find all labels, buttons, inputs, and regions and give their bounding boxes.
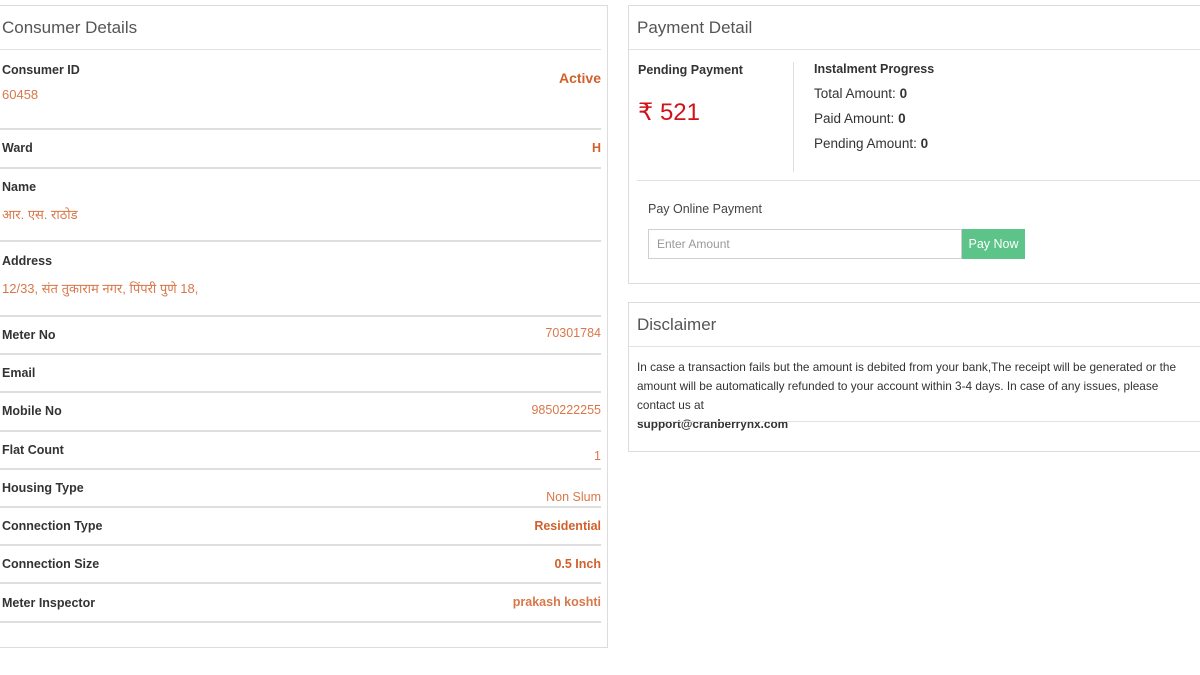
flat-count-label: Flat Count [2, 443, 64, 457]
flat-count-row: Flat Count 1 [0, 432, 601, 470]
mobile-no-value: 9850222255 [531, 403, 601, 417]
mobile-no-label: Mobile No [2, 404, 62, 418]
email-row: Email [0, 355, 601, 393]
pending-amount-value: 0 [920, 136, 929, 151]
address-value: 12/33, संत तुकाराम नगर, पिंपरी पुणे 18, [2, 281, 199, 296]
consumer-details-panel: Consumer Details Consumer ID 60458 Activ… [0, 5, 608, 648]
instalment-progress-label: Instalment Progress [814, 62, 935, 76]
paid-amount-label: Paid Amount: [814, 111, 895, 126]
paid-amount-line: Paid Amount: 0 [814, 111, 934, 126]
disclaimer-text: In case a transaction fails but the amou… [637, 360, 1177, 412]
meter-no-value: 70301784 [545, 326, 601, 340]
connection-type-label: Connection Type [2, 519, 103, 533]
ward-row: Ward H [0, 130, 601, 169]
email-label: Email [2, 366, 36, 380]
support-email-link[interactable]: support@cranberrynx.com [637, 415, 1197, 434]
payment-detail-title: Payment Detail [629, 6, 1200, 50]
consumer-id-value: 60458 [2, 87, 39, 102]
paid-amount-value: 0 [898, 111, 906, 126]
status-badge: Active [558, 70, 601, 86]
consumer-details-title: Consumer Details [0, 6, 601, 50]
meter-no-label: Meter No [2, 328, 56, 342]
disclaimer-text-block: In case a transaction fails but the amou… [637, 358, 1197, 434]
pending-amount-label: Pending Amount: [814, 136, 917, 151]
connection-size-label: Connection Size [2, 557, 100, 571]
pending-payment-label: Pending Payment [638, 63, 743, 77]
meter-no-row: Meter No 70301784 [0, 317, 601, 355]
consumer-id-label: Consumer ID [2, 63, 80, 77]
address-label: Address [2, 254, 53, 268]
instalment-progress-section: Instalment Progress Total Amount: 0 Paid… [814, 62, 934, 151]
pay-online-label: Pay Online Payment [648, 202, 762, 216]
ward-value: H [591, 141, 601, 155]
connection-size-value: 0.5 Inch [554, 557, 601, 571]
total-amount-label: Total Amount: [814, 86, 896, 101]
connection-type-value: Residential [534, 519, 601, 533]
payment-detail-panel: Payment Detail Pending Payment ₹ 521 Ins… [628, 5, 1200, 284]
disclaimer-title: Disclaimer [629, 303, 1200, 347]
consumer-id-row: Consumer ID 60458 Active [0, 50, 601, 130]
housing-type-value: Non Slum [546, 490, 601, 504]
flat-count-value: 1 [594, 449, 601, 463]
disclaimer-divider [637, 421, 1200, 422]
meter-inspector-label: Meter Inspector [2, 596, 96, 610]
mobile-no-row: Mobile No 9850222255 [0, 393, 601, 432]
total-amount-value: 0 [899, 86, 908, 101]
disclaimer-panel: Disclaimer In case a transaction fails b… [628, 302, 1200, 452]
name-value: आर. एस. राठोड [2, 207, 78, 222]
ward-label: Ward [2, 141, 33, 155]
address-row: Address 12/33, संत तुकाराम नगर, पिंपरी प… [0, 242, 601, 317]
housing-type-row: Housing Type Non Slum [0, 470, 601, 508]
amount-input[interactable] [648, 229, 962, 259]
meter-inspector-value: prakash koshti [512, 595, 601, 609]
name-label: Name [2, 180, 37, 194]
meter-inspector-row: Meter Inspector prakash koshti [0, 584, 601, 623]
total-amount-line: Total Amount: 0 [814, 86, 934, 101]
connection-type-row: Connection Type Residential [0, 508, 601, 546]
connection-size-row: Connection Size 0.5 Inch [0, 546, 601, 584]
pending-amount-line: Pending Amount: 0 [814, 136, 934, 151]
housing-type-label: Housing Type [2, 481, 84, 495]
pending-payment-amount: ₹ 521 [638, 99, 700, 126]
pay-now-button[interactable]: Pay Now [962, 229, 1025, 259]
pending-payment-section: Pending Payment ₹ 521 [638, 62, 794, 172]
payment-divider [637, 180, 1200, 181]
name-row: Name आर. एस. राठोड [0, 169, 601, 242]
